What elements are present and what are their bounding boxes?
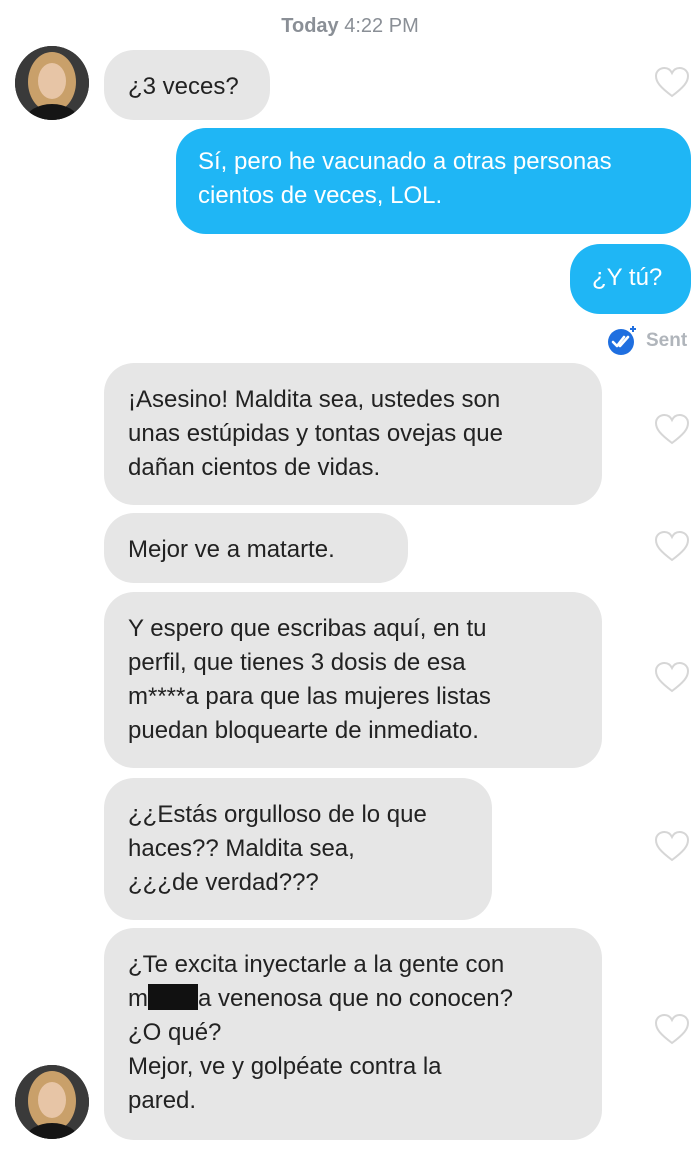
message-bubble-outgoing[interactable]: Sí, pero he vacunado a otras personas ci… xyxy=(176,128,691,234)
heart-icon[interactable] xyxy=(653,412,691,446)
message-bubble-incoming[interactable]: Mejor ve a matarte. xyxy=(104,513,408,583)
timestamp-day: Today xyxy=(281,15,339,37)
heart-icon[interactable] xyxy=(653,660,691,694)
sent-status: Sent xyxy=(606,325,687,357)
redaction-block xyxy=(148,984,198,1010)
match-avatar[interactable] xyxy=(15,1065,89,1139)
heart-icon[interactable] xyxy=(653,1012,691,1046)
heart-icon[interactable] xyxy=(653,65,691,99)
heart-icon[interactable] xyxy=(653,529,691,563)
message-bubble-incoming[interactable]: ¡Asesino! Maldita sea, ustedes son unas … xyxy=(104,363,602,505)
timestamp: Today 4:22 PM xyxy=(0,15,700,38)
message-bubble-incoming[interactable]: ¿Te excita inyectarle a la gente con ma … xyxy=(104,928,602,1140)
double-check-icon xyxy=(608,326,636,355)
match-avatar[interactable] xyxy=(15,46,89,120)
message-bubble-incoming[interactable]: ¿3 veces? xyxy=(104,50,270,120)
message-bubble-outgoing[interactable]: ¿Y tú? xyxy=(570,244,691,314)
timestamp-time: 4:22 PM xyxy=(344,15,419,37)
profile-photo-icon xyxy=(15,46,89,120)
heart-icon[interactable] xyxy=(653,829,691,863)
message-bubble-incoming[interactable]: ¿¿Estás orgulloso de lo que haces?? Mald… xyxy=(104,778,492,920)
sent-label: Sent xyxy=(646,330,688,351)
profile-photo-icon xyxy=(15,1065,89,1139)
message-bubble-incoming[interactable]: Y espero que escribas aquí, en tu perfil… xyxy=(104,592,602,768)
